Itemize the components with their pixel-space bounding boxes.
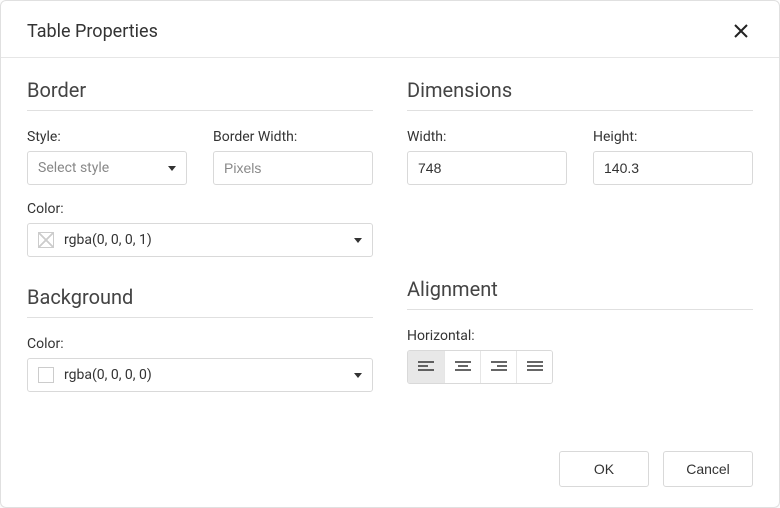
border-style-label: Style: <box>27 129 187 145</box>
border-section: Border Style: Select style Border Width: <box>27 78 373 257</box>
border-color-swatch <box>38 232 54 248</box>
border-width-input[interactable] <box>213 151 373 185</box>
align-right-button[interactable] <box>480 351 516 383</box>
height-input[interactable] <box>593 151 753 185</box>
align-center-icon <box>455 361 471 373</box>
alignment-horizontal-label: Horizontal: <box>407 328 753 344</box>
border-style-field: Style: Select style <box>27 129 187 185</box>
dialog-title: Table Properties <box>27 21 158 42</box>
border-width-field: Border Width: <box>213 129 373 185</box>
align-center-button[interactable] <box>444 351 480 383</box>
background-color-select[interactable]: rgba(0, 0, 0, 0) <box>27 358 373 392</box>
width-label: Width: <box>407 129 567 145</box>
alignment-section: Alignment Horizontal: <box>407 277 753 384</box>
alignment-button-group <box>407 350 553 384</box>
align-justify-icon <box>527 361 543 373</box>
chevron-down-icon <box>168 166 176 171</box>
background-color-value: rgba(0, 0, 0, 0) <box>64 367 152 383</box>
width-field: Width: <box>407 129 567 185</box>
chevron-down-icon <box>354 238 362 243</box>
background-color-field: Color: rgba(0, 0, 0, 0) <box>27 336 373 392</box>
chevron-down-icon <box>354 373 362 378</box>
right-column: Dimensions Width: Height: Alignment <box>407 78 753 437</box>
dimensions-section: Dimensions Width: Height: <box>407 78 753 185</box>
background-color-swatch <box>38 367 54 383</box>
height-label: Height: <box>593 129 753 145</box>
border-width-label: Border Width: <box>213 129 373 145</box>
left-column: Border Style: Select style Border Width: <box>27 78 373 437</box>
dialog-header: Table Properties <box>1 1 779 58</box>
width-input[interactable] <box>407 151 567 185</box>
align-left-icon <box>418 361 434 373</box>
close-button[interactable] <box>729 19 753 43</box>
dimensions-section-title: Dimensions <box>407 78 753 111</box>
border-color-select[interactable]: rgba(0, 0, 0, 1) <box>27 223 373 257</box>
close-icon <box>734 24 748 38</box>
align-left-button[interactable] <box>408 351 444 383</box>
cancel-button[interactable]: Cancel <box>663 451 753 487</box>
background-color-label: Color: <box>27 336 373 352</box>
dialog-footer: OK Cancel <box>1 437 779 507</box>
dialog-body: Border Style: Select style Border Width: <box>1 58 779 437</box>
border-color-value: rgba(0, 0, 0, 1) <box>64 232 152 248</box>
border-section-title: Border <box>27 78 373 111</box>
table-properties-dialog: Table Properties Border Style: Select st… <box>0 0 780 508</box>
align-right-icon <box>491 361 507 373</box>
border-color-field: Color: rgba(0, 0, 0, 1) <box>27 201 373 257</box>
background-section: Background Color: rgba(0, 0, 0, 0) <box>27 285 373 392</box>
height-field: Height: <box>593 129 753 185</box>
spacer <box>407 213 753 277</box>
border-style-select[interactable]: Select style <box>27 151 187 185</box>
align-justify-button[interactable] <box>516 351 552 383</box>
border-color-label: Color: <box>27 201 373 217</box>
alignment-section-title: Alignment <box>407 277 753 310</box>
background-section-title: Background <box>27 285 373 318</box>
border-style-placeholder: Select style <box>38 160 109 176</box>
ok-button[interactable]: OK <box>559 451 649 487</box>
